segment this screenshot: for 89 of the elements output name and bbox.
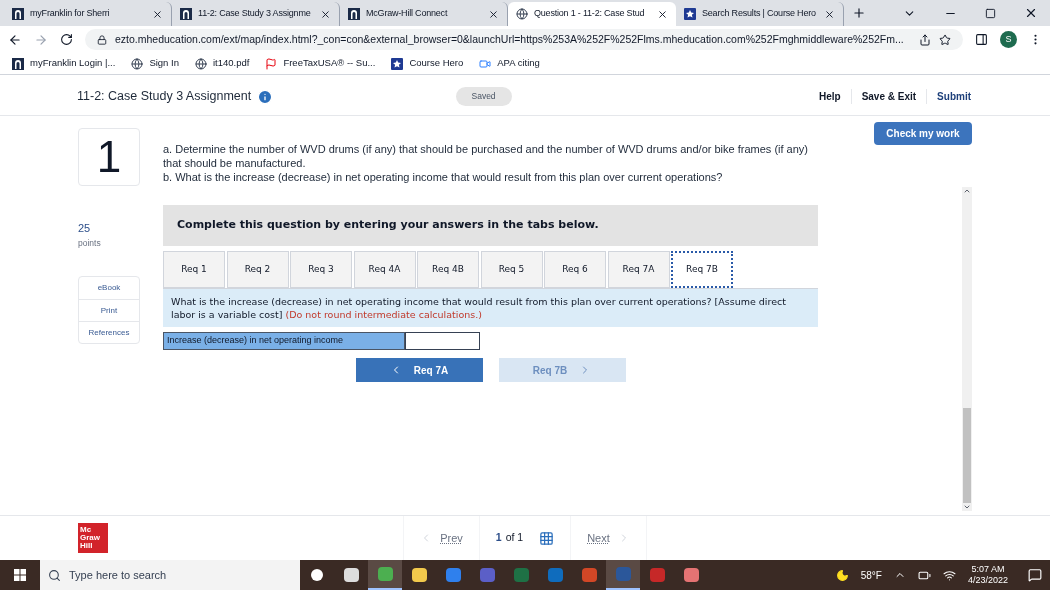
tab-title: McGraw-Hill Connect [366, 7, 449, 21]
browser-tab[interactable]: Question 1 - 11-2: Case Stud [508, 2, 676, 26]
req-tab[interactable]: Req 5 [480, 251, 543, 288]
globe-icon [131, 57, 144, 70]
question-text: b. What is the increase (decrease) in net operating income that would result from this plan over current operations? [163, 170, 724, 184]
answer-input[interactable] [405, 332, 480, 350]
clock-date: 4/23/2022 [967, 575, 1008, 586]
scroll-down-icon[interactable] [963, 503, 971, 511]
saved-badge: Saved [455, 87, 512, 106]
req-tab[interactable]: Req 7B [671, 251, 733, 288]
req-tab[interactable]: Req 3 [290, 251, 352, 288]
info-icon[interactable] [257, 88, 274, 105]
req-tab[interactable]: Req 7A [607, 251, 670, 288]
close-icon[interactable] [152, 8, 163, 20]
scroll-up-icon[interactable] [963, 187, 971, 195]
wifi-icon[interactable] [942, 568, 956, 582]
points-label: points [78, 236, 102, 250]
check-my-work-button[interactable]: Check my work [874, 122, 972, 145]
page-number: 1 [495, 530, 502, 546]
new-tab-icon[interactable] [852, 6, 866, 20]
bookmark-item[interactable]: myFranklin Login |... [12, 56, 116, 71]
req-tab[interactable]: Req 4B [417, 251, 479, 288]
star-icon [391, 57, 404, 70]
share-icon[interactable] [919, 33, 931, 46]
reload-icon[interactable] [60, 33, 73, 46]
bookmark-item[interactable]: Sign In [131, 56, 179, 71]
clock-time: 5:07 AM [971, 564, 1005, 575]
req-tab[interactable]: Req 1 [163, 251, 225, 288]
tab-title: 11-2: Case Study 3 Assignme [198, 7, 312, 21]
grid-icon[interactable] [539, 530, 555, 546]
lock-icon [97, 34, 107, 45]
resource-link[interactable]: Print [79, 299, 139, 322]
prompt-text: What is the increase (decrease) in net operating income that would result from this plan over current operations? [Assume direct labor is a variable cost] (Do not round intermediate calculations.) [163, 289, 818, 327]
restore-icon[interactable] [985, 7, 996, 19]
close-icon[interactable] [657, 8, 668, 20]
arch-icon [180, 8, 192, 20]
publisher-logo: Mc Graw Hill [78, 523, 108, 553]
address-bar[interactable]: ezto.mheducation.com/ext/map/index.html?_con=con&external_browser=0&launchUrl=https%253A%252F%252Flms.mheducation.com%252Fmghmiddleware%252Fm... [85, 29, 963, 50]
globe-icon [516, 8, 528, 20]
bookmark-item[interactable]: FreeTaxUSA® -- Su... [265, 56, 376, 71]
windows-icon[interactable] [14, 569, 26, 581]
tab-title: Question 1 - 11-2: Case Stud [534, 7, 646, 21]
scrollbar-thumb[interactable] [963, 408, 971, 503]
video-icon [479, 57, 492, 70]
req-tab[interactable]: Req 4A [353, 251, 416, 288]
bookmark-star-icon[interactable] [939, 33, 951, 46]
search-icon [48, 568, 61, 582]
star-icon [684, 8, 696, 20]
next-page-link[interactable]: Next [571, 529, 646, 547]
taskbar-search-field[interactable]: Type here to search [40, 560, 300, 590]
back-icon[interactable] [8, 32, 22, 47]
flag-icon [265, 57, 278, 70]
weather-text: 58°F [860, 568, 882, 583]
resource-link[interactable]: eBook [79, 277, 139, 300]
tab-title: Search Results | Course Hero [702, 7, 817, 21]
bookmark-item[interactable]: it140.pdf [194, 56, 250, 71]
globe-icon [194, 57, 207, 70]
profile-avatar[interactable]: S [1000, 31, 1017, 48]
answer-label: Increase (decrease) in net operating income [163, 332, 405, 350]
question-text: that should be manufactured. [163, 156, 307, 170]
bookmark-item[interactable]: APA citing [479, 56, 540, 71]
close-icon[interactable] [1024, 6, 1038, 20]
close-icon[interactable] [824, 8, 835, 20]
arch-icon [12, 57, 24, 70]
previous-req-button[interactable]: Req 7A [355, 358, 483, 382]
moon-icon [835, 568, 849, 582]
close-icon[interactable] [320, 8, 331, 20]
tab-title: myFranklin for Sherri [30, 7, 111, 21]
side-panel-icon[interactable] [975, 33, 988, 46]
page-count: of 1 [505, 530, 524, 546]
arch-icon [348, 8, 360, 20]
header-link[interactable]: Submit [926, 89, 981, 104]
scrollbar[interactable] [962, 187, 972, 511]
notifications-icon[interactable] [1028, 568, 1042, 582]
bookmark-item[interactable]: Course Hero [391, 56, 464, 71]
req-tab[interactable]: Req 2 [226, 251, 289, 288]
close-icon[interactable] [488, 8, 499, 20]
arch-icon [12, 8, 24, 20]
assignment-title: 11-2: Case Study 3 Assignment [77, 88, 252, 106]
url-text: ezto.mheducation.com/ext/map/index.html?_con=con&external_browser=0&launchUrl=https%253A%252F%252Flms.mheducation.com%252Fmghmiddleware%252Fm... [115, 31, 905, 47]
instructions-bar: Complete this question by entering your answers in the tabs below. [163, 205, 818, 246]
points-value: 25 [78, 221, 92, 236]
prev-page-link[interactable]: Prev [404, 529, 479, 547]
resource-link[interactable]: References [79, 321, 139, 344]
question-text: a. Determine the number of WVD drums (if any) that should be purchased and the number of WVD drums and/or bike frames (if any) [163, 142, 809, 156]
header-link[interactable]: Help [808, 89, 851, 104]
header-link[interactable]: Save & Exit [850, 89, 927, 104]
req-tab[interactable]: Req 6 [544, 251, 606, 288]
question-number: 1 [78, 128, 140, 186]
